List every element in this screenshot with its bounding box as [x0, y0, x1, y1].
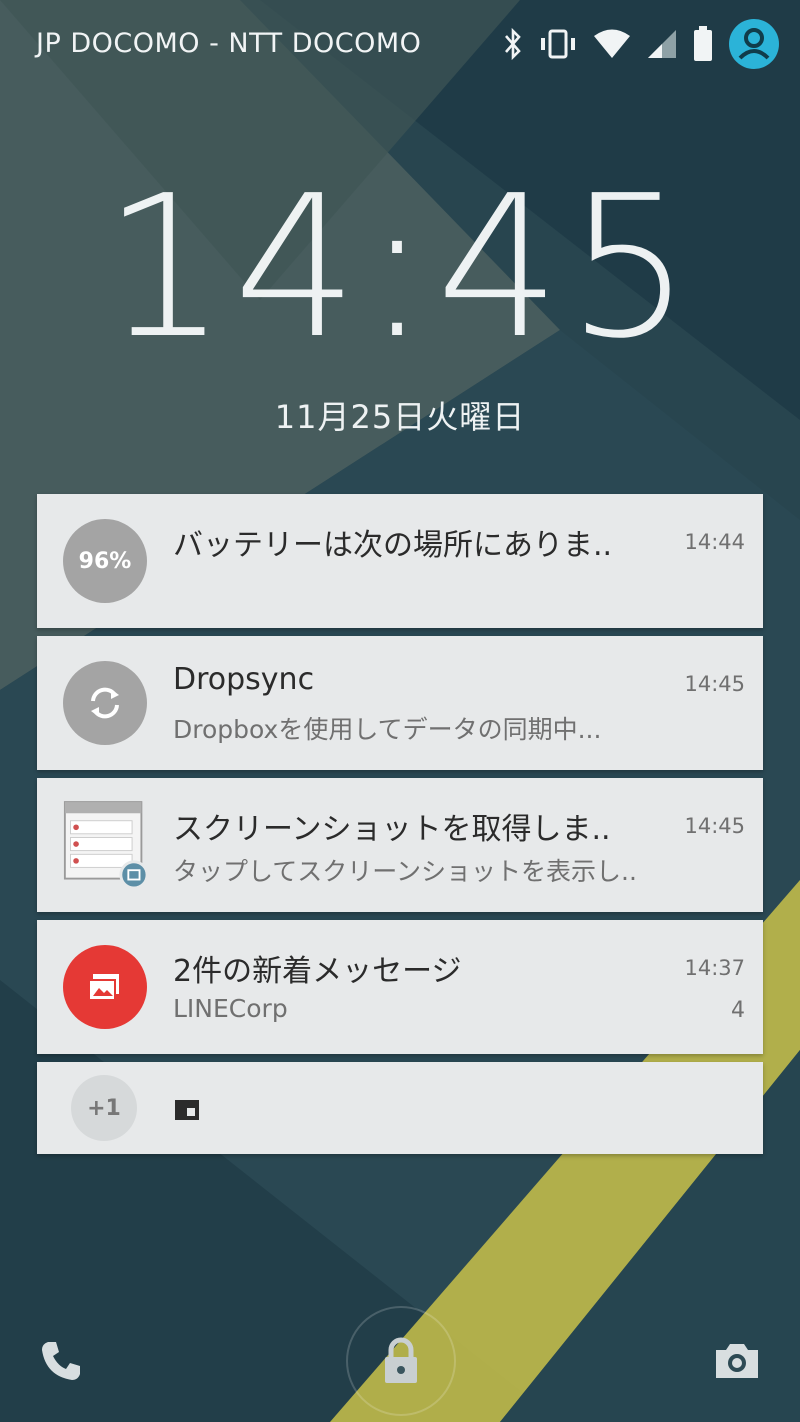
notification-screenshot[interactable]: スクリーンショットを取得しま.. タップしてスクリーンショットを表示し.. 14…: [37, 778, 763, 912]
notification-list: 96% バッテリーは次の場所にありま.. 14:44 Dropsync Drop…: [37, 494, 763, 1162]
wifi-icon: [594, 29, 630, 58]
notification-text: LINECorp: [173, 994, 288, 1023]
camera-icon[interactable]: [712, 1340, 762, 1382]
notification-overflow[interactable]: +1: [37, 1062, 763, 1154]
app-small-icon: [175, 1100, 199, 1120]
more-count-label: +1: [87, 1095, 121, 1121]
lockscreen-date: 11月25日火曜日: [274, 398, 526, 436]
notification-count: 4: [731, 998, 745, 1023]
notification-title: 2件の新着メッセージ: [173, 954, 462, 989]
screenshot-thumbnail: [63, 801, 147, 890]
status-bar: JP DOCOMO - NTT DOCOMO: [0, 0, 800, 92]
phone-icon[interactable]: [38, 1338, 84, 1384]
more-count-badge: +1: [71, 1075, 137, 1141]
bluetooth-icon: [505, 27, 521, 61]
carrier-name: JP DOCOMO - NTT DOCOMO: [36, 28, 422, 59]
screenshot-thumbnail-icon: [63, 801, 147, 890]
status-icons: [502, 18, 780, 70]
notification-title: スクリーンショットを取得しま..: [173, 812, 611, 847]
notification-time: 14:44: [684, 530, 745, 554]
notification-battery[interactable]: 96% バッテリーは次の場所にありま.. 14:44: [37, 494, 763, 628]
notification-title: バッテリーは次の場所にありま..: [173, 528, 613, 563]
message-icon: [63, 945, 147, 1029]
battery-icon: [694, 26, 712, 61]
lock-icon: [385, 1337, 417, 1383]
notification-line[interactable]: 2件の新着メッセージ LINECorp 14:37 4: [37, 920, 763, 1054]
notification-text: Dropboxを使用してデータの同期中...: [173, 715, 602, 744]
sync-icon: [63, 661, 147, 745]
user-avatar-icon[interactable]: [728, 18, 780, 70]
notification-time: 14:37: [684, 956, 745, 980]
notification-text: タップしてスクリーンショットを表示し..: [173, 857, 637, 886]
signal-icon: [648, 30, 676, 58]
lockscreen-clock: 14:45: [102, 154, 698, 382]
notification-time: 14:45: [684, 672, 745, 696]
notification-dropsync[interactable]: Dropsync Dropboxを使用してデータの同期中... 14:45: [37, 636, 763, 770]
lock-button[interactable]: [346, 1306, 456, 1416]
notification-title: Dropsync: [173, 662, 315, 697]
battery-percent-label: 96%: [78, 548, 132, 574]
battery-percent-icon: 96%: [63, 519, 147, 603]
sync-arrows-icon: [91, 687, 119, 719]
vibrate-icon: [541, 29, 575, 59]
message-glyph-icon: [88, 974, 119, 1001]
lockscreen-bottom-bar: [0, 1300, 800, 1422]
notification-time: 14:45: [684, 814, 745, 838]
